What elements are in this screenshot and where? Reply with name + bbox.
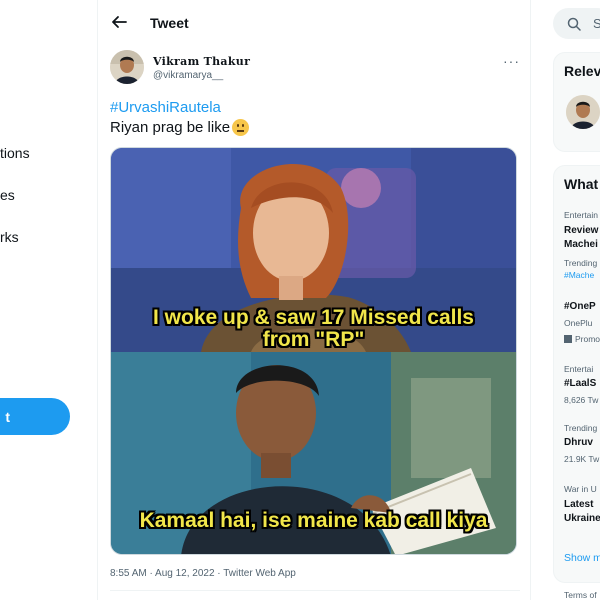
tweet-text-content: Riyan prag be like [110, 119, 231, 136]
meme-image [111, 148, 516, 554]
trend-context: Entertai [564, 364, 594, 374]
trend-title-line2[interactable]: Machei [564, 239, 598, 250]
trend-title[interactable]: Dhruv [564, 437, 593, 448]
tweet-media-image[interactable]: I woke up & saw 17 Missed calls from "RP… [110, 147, 517, 555]
page-title: Tweet [150, 15, 189, 31]
relevant-person-avatar[interactable] [566, 95, 600, 129]
nav-item-notifications[interactable]: tions [0, 145, 30, 161]
trend-hashtag[interactable]: #Mache [564, 270, 594, 280]
whats-happening-panel: What Entertain Review Machei Trending #M… [553, 165, 600, 583]
author-handle[interactable]: @vikramarya__ [153, 70, 223, 81]
promoted-icon [564, 335, 572, 343]
trend-context: Trending [564, 423, 598, 433]
relevant-people-panel: Relev [553, 52, 600, 152]
show-more-link[interactable]: Show m [564, 552, 600, 564]
trend-sub: OnePlu [564, 318, 593, 328]
tweet-compose-button[interactable]: t [0, 398, 70, 435]
meme-bottom-caption: Kamaal hai, ise maine kab call kiya [139, 509, 488, 532]
terms-link[interactable]: Terms of [564, 590, 597, 600]
trend-context: War in U [564, 484, 597, 494]
nav-item-bookmarks[interactable]: rks [0, 229, 19, 245]
promoted-label: Promo [564, 334, 600, 344]
trend-title[interactable]: Latest [564, 499, 593, 510]
trend-count: 8,626 Tw [564, 395, 599, 405]
more-options-icon[interactable]: ··· [503, 53, 520, 69]
right-sidebar: S Relev What Entertain Review Machei Tre… [531, 0, 600, 600]
trend-context: Entertain [564, 210, 599, 220]
search-placeholder: S [593, 16, 600, 31]
meme-top-caption-line2: from "RP" [262, 328, 365, 351]
tweet-button-label: t [5, 408, 10, 425]
search-icon [567, 17, 581, 31]
promoted-text: Promo [575, 334, 600, 344]
search-input[interactable]: S [553, 8, 600, 39]
trend-sub: Trending [564, 258, 598, 268]
trend-title-line2[interactable]: Ukraine [564, 513, 600, 524]
back-arrow-icon[interactable] [109, 12, 129, 32]
tweet-text: Riyan prag be like [110, 119, 250, 136]
trend-title[interactable]: #LaalS [564, 378, 596, 389]
avatar-photo-icon [110, 50, 144, 84]
divider [110, 590, 520, 591]
meme-top-caption: I woke up & saw 17 Missed calls from "RP… [111, 307, 516, 351]
left-nav: tions es rks t [0, 0, 97, 600]
main-column: Tweet Vikram Thakur @vikramarya__ ··· #U… [97, 0, 531, 600]
trend-count: 21.9K Tw [564, 454, 600, 464]
whats-happening-title: What [564, 176, 599, 192]
main-header: Tweet [98, 0, 532, 44]
tweet-hashtag[interactable]: #UrvashiRautela [110, 99, 221, 116]
author-name[interactable]: Vikram Thakur [153, 55, 250, 68]
author-avatar[interactable] [110, 50, 144, 84]
neutral-face-emoji-icon [232, 119, 250, 136]
avatar-photo-icon [566, 95, 600, 129]
trend-title[interactable]: #OneP [564, 301, 596, 312]
tweet-timestamp[interactable]: 8:55 AM · Aug 12, 2022 · Twitter Web App [110, 568, 296, 579]
nav-item-messages[interactable]: es [0, 187, 15, 203]
meme-top-caption-line1: I woke up & saw 17 Missed calls [153, 306, 474, 329]
trend-title[interactable]: Review [564, 225, 598, 236]
relevant-people-title: Relev [564, 63, 600, 79]
